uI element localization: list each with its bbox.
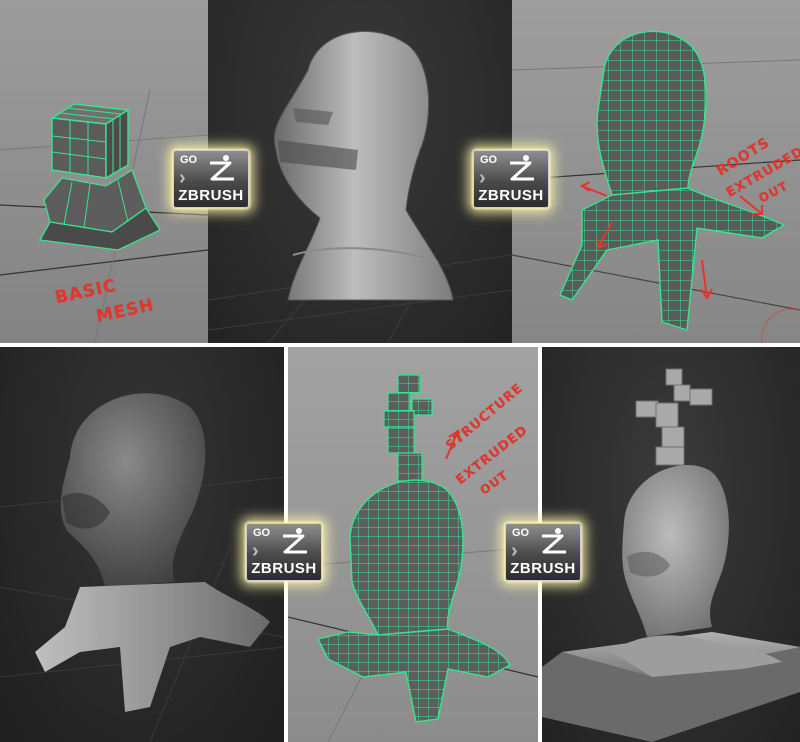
gozbrush-button-1[interactable]: GO › ZBRUSH <box>173 150 249 208</box>
badge-brand-label: ZBRUSH <box>510 560 576 577</box>
gozbrush-button-2[interactable]: GO › ZBRUSH <box>473 150 549 208</box>
viewport-lowpoly-head[interactable] <box>208 0 512 343</box>
badge-brand-label: ZBRUSH <box>251 560 317 577</box>
badge-go-label: GO <box>253 527 271 539</box>
zbrush-runner-icon <box>283 528 307 554</box>
badge-go-label: GO <box>512 527 530 539</box>
viewport-roots-extruded[interactable]: ROOTS EXTRUDED OUT <box>512 0 800 343</box>
sculpted-head-render <box>0 393 284 742</box>
zbrush-runner-icon <box>510 155 534 181</box>
gozbrush-button-3[interactable]: GO › ZBRUSH <box>246 523 322 581</box>
viewport-structure-extruded[interactable]: STRUCTURE EXTRUDED OUT <box>288 347 538 742</box>
zbrush-runner-icon <box>210 155 234 181</box>
gozbrush-button-4[interactable]: GO › ZBRUSH <box>505 523 581 581</box>
lowpoly-head-render <box>208 30 512 343</box>
badge-go-label: GO <box>180 154 198 166</box>
zbrush-runner-icon <box>542 528 566 554</box>
badge-brand-label: ZBRUSH <box>478 187 544 204</box>
badge-go-label: GO <box>480 154 498 166</box>
row-divider <box>0 343 800 347</box>
viewport-sculpted-head[interactable] <box>0 347 284 742</box>
badge-brand-label: ZBRUSH <box>178 187 244 204</box>
